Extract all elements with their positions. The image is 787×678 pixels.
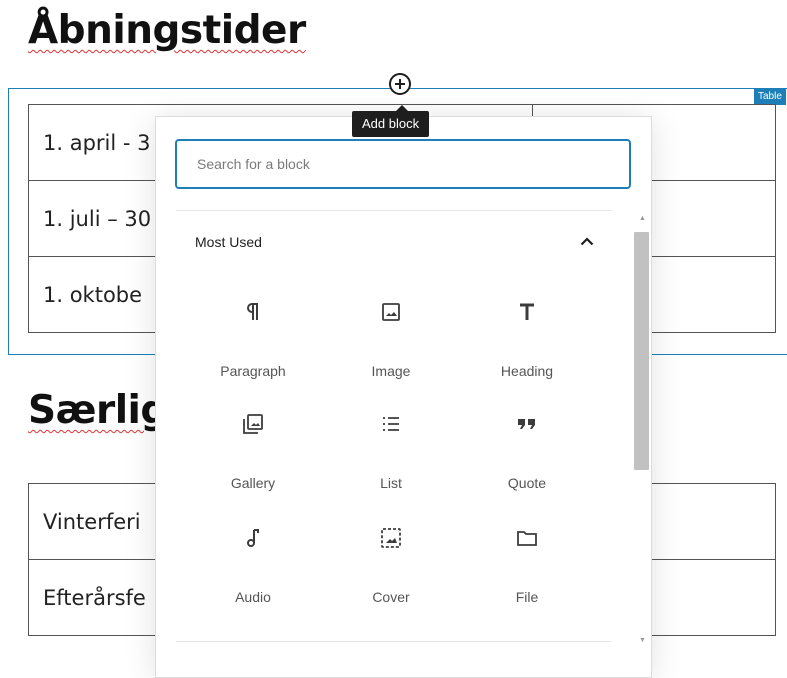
block-item-gallery[interactable]: Gallery <box>198 407 308 507</box>
scroll-up-arrow[interactable]: ▲ <box>639 215 646 222</box>
block-label: File <box>515 589 539 605</box>
block-item-heading[interactable]: Heading <box>472 295 582 395</box>
block-search-input[interactable] <box>175 139 631 189</box>
block-label: Paragraph <box>220 363 286 379</box>
block-label: Heading <box>500 363 554 379</box>
quote-icon <box>472 407 582 441</box>
cell-text: 1. april - 3 <box>43 130 151 155</box>
list-icon <box>336 407 446 441</box>
block-item-cover[interactable]: Cover <box>336 521 446 621</box>
heading-icon <box>472 295 582 329</box>
add-block-tooltip: Add block <box>352 105 430 137</box>
block-item-list[interactable]: List <box>336 407 446 507</box>
scroll-down-arrow[interactable]: ▼ <box>639 637 646 644</box>
block-type-badge: Table <box>754 88 786 105</box>
image-icon <box>336 295 446 329</box>
block-label: Quote <box>507 475 547 491</box>
block-inserter-panel: Most Used ▲ ▼ Paragraph Image Heading <box>155 116 652 678</box>
block-label: Gallery <box>230 475 276 491</box>
gallery-icon <box>198 407 308 441</box>
block-label: Image <box>371 363 411 379</box>
block-item-image[interactable]: Image <box>336 295 446 395</box>
divider <box>176 641 611 642</box>
cover-icon <box>336 521 446 555</box>
collapse-section-button[interactable] <box>576 230 598 252</box>
page-heading-opening-hours[interactable]: Åbningstider <box>28 8 306 53</box>
block-item-paragraph[interactable]: Paragraph <box>198 295 308 395</box>
chevron-up-icon <box>580 236 594 245</box>
block-item-audio[interactable]: Audio <box>198 521 308 621</box>
section-title-most-used: Most Used <box>195 234 262 250</box>
divider <box>176 210 611 211</box>
block-label: Cover <box>372 589 410 605</box>
plus-circle-icon <box>395 79 405 89</box>
block-item-quote[interactable]: Quote <box>472 407 582 507</box>
block-label: List <box>380 475 402 491</box>
paragraph-icon <box>198 295 308 329</box>
audio-icon <box>198 521 308 555</box>
block-item-file[interactable]: File <box>472 521 582 621</box>
scrollbar-thumb[interactable] <box>634 232 649 470</box>
block-label: Audio <box>235 589 271 605</box>
add-block-button[interactable] <box>389 73 411 95</box>
folder-icon <box>472 521 582 555</box>
